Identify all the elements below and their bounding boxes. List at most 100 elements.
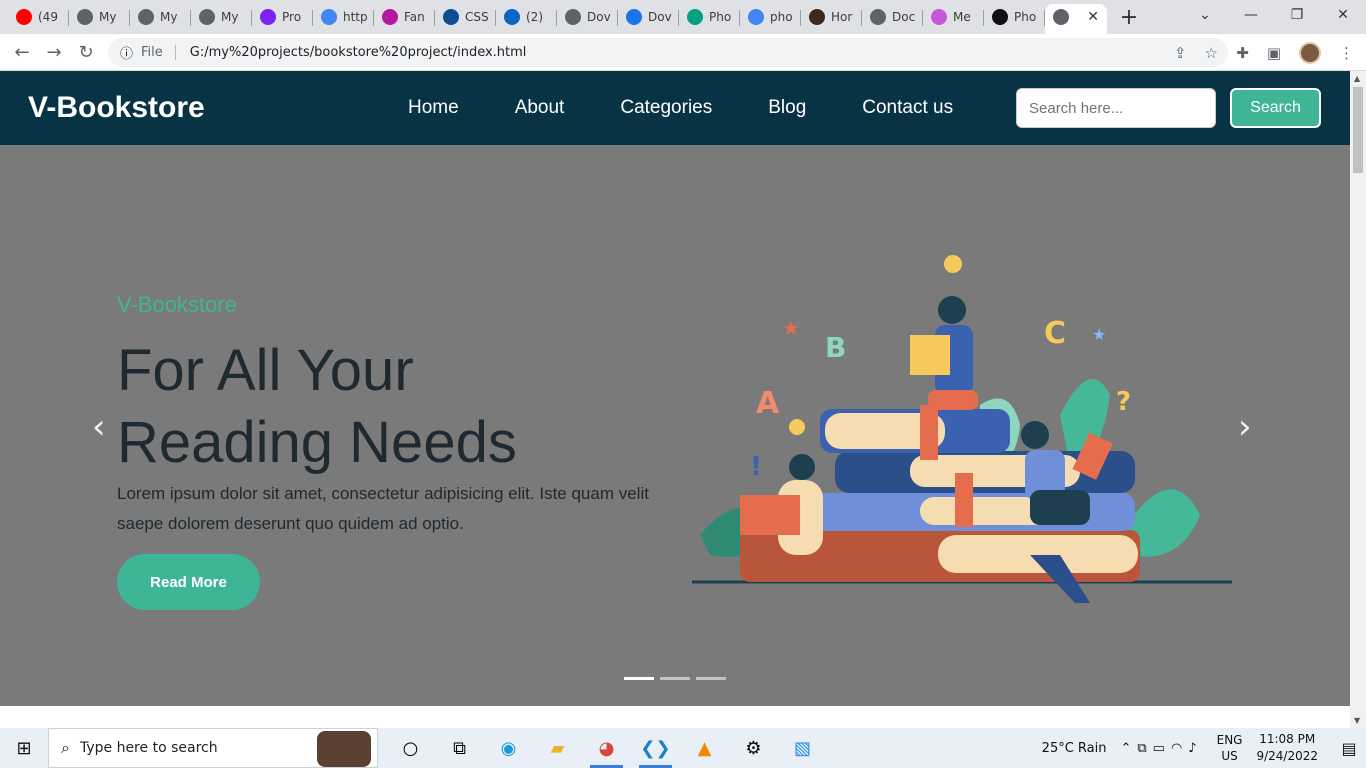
browser-tab[interactable]: My	[191, 4, 252, 30]
carousel-indicator[interactable]	[696, 677, 726, 680]
site-logo[interactable]: V-Bookstore	[28, 91, 205, 125]
browser-tab[interactable]: Hor	[801, 4, 862, 30]
browser-tab[interactable]: Pho	[679, 4, 740, 30]
chrome-icon[interactable]: ◕	[582, 728, 631, 768]
tab-title: Fan	[404, 10, 425, 24]
browser-tab[interactable]: (2)	[496, 4, 557, 30]
nav-about[interactable]: About	[515, 97, 565, 119]
browser-tab[interactable]: Doc	[862, 4, 923, 30]
minimize-icon[interactable]: —	[1228, 7, 1274, 23]
browser-tab[interactable]: pho	[740, 4, 801, 30]
side-panel-icon[interactable]: ▣	[1267, 44, 1281, 62]
svg-text:?: ?	[1116, 387, 1131, 417]
cortana-icon[interactable]: ○	[386, 728, 435, 768]
windows-taskbar: ⊞ ⌕ Type here to search ○ ⧉ ◉ ▰ ◕ ❮❯ ▲ ⚙…	[0, 728, 1366, 768]
scroll-up-icon[interactable]: ▲	[1354, 74, 1360, 83]
tab-title: Me	[953, 10, 971, 24]
svg-text:★: ★	[1092, 325, 1106, 344]
date-text: 9/24/2022	[1256, 749, 1318, 763]
windows-start-icon[interactable]: ⊞	[0, 738, 48, 759]
main-nav: Home About Categories Blog Contact us	[408, 97, 953, 119]
extensions-puzzle-icon[interactable]: ✚	[1236, 44, 1249, 62]
bookmark-star-icon[interactable]: ☆	[1205, 44, 1218, 62]
browser-tab[interactable]: (49	[8, 4, 69, 30]
globe-icon	[1053, 9, 1069, 25]
carousel-prev-icon[interactable]: ‹	[92, 407, 106, 447]
notifications-icon[interactable]: ▤	[1332, 739, 1366, 758]
blob-icon	[382, 9, 398, 25]
browser-tab[interactable]: http	[313, 4, 374, 30]
search-input[interactable]	[1016, 88, 1216, 128]
browser-tab[interactable]: Me	[923, 4, 984, 30]
tab-list: (49 My My My Pro http Fan CSS (2) Dov Dov Pho pho Hor…	[0, 0, 1139, 38]
browser-tab-strip: (49 My My My Pro http Fan CSS (2) Dov Dov Pho pho Hor…	[0, 0, 1366, 38]
browser-tab[interactable]: Pro	[252, 4, 313, 30]
carousel-indicator[interactable]	[624, 677, 654, 680]
carousel-indicator[interactable]	[660, 677, 690, 680]
browser-tab[interactable]: My	[130, 4, 191, 30]
browser-tab[interactable]: Fan	[374, 4, 435, 30]
scroll-down-icon[interactable]: ▼	[1354, 716, 1360, 725]
weather-widget[interactable]: 25°C Rain	[1042, 741, 1107, 756]
menu-kebab-icon[interactable]: ⋮	[1339, 44, 1354, 62]
page-scrollbar[interactable]: ▲ ▼	[1350, 71, 1366, 728]
taskbar-search[interactable]: ⌕ Type here to search	[48, 728, 378, 768]
file-explorer-icon[interactable]: ▰	[533, 728, 582, 768]
hero-eyebrow: V-Bookstore	[117, 292, 237, 317]
maximize-icon[interactable]: ❐	[1274, 7, 1320, 23]
profile-avatar[interactable]	[1299, 42, 1321, 64]
svg-text:!: !	[750, 452, 762, 482]
youtube-icon	[16, 9, 32, 25]
extensions-area: ✚ ▣ ⋮	[1236, 42, 1354, 64]
share-icon[interactable]: ⇪	[1174, 44, 1187, 62]
scroll-thumb[interactable]	[1353, 87, 1363, 173]
browser-tab[interactable]: Dov	[618, 4, 679, 30]
settings-gear-icon[interactable]: ⚙	[729, 728, 778, 768]
url-text[interactable]: G:/my%20projects/bookstore%20project/ind…	[190, 45, 527, 60]
tab-title: Doc	[892, 10, 916, 24]
task-view-icon[interactable]: ⧉	[435, 728, 484, 768]
clock[interactable]: 11:08 PM 9/24/2022	[1256, 731, 1318, 765]
tab-title: Hor	[831, 10, 853, 24]
tab-title: Pho	[1014, 10, 1037, 24]
browser-tab[interactable]: Pho	[984, 4, 1045, 30]
reading-books-illustration: A B C ? ! ★ ★	[692, 255, 1232, 603]
photos-icon[interactable]: ▧	[778, 728, 827, 768]
vscode-icon[interactable]: ❮❯	[631, 728, 680, 768]
browser-toolbar: ← → ↻ ⓘ File G:/my%20projects/bookstore%…	[0, 34, 1366, 71]
carousel-next-icon[interactable]: ›	[1238, 407, 1252, 447]
nav-categories[interactable]: Categories	[620, 97, 712, 119]
browser-tab[interactable]: Dov	[557, 4, 618, 30]
edge-icon[interactable]: ◉	[484, 728, 533, 768]
browser-tab[interactable]: My	[69, 4, 130, 30]
window-controls: ⌄ — ❐ ✕	[1182, 0, 1366, 30]
browser-tab[interactable]: CSS	[435, 4, 496, 30]
back-icon[interactable]: ←	[6, 42, 38, 63]
reload-icon[interactable]: ↻	[70, 42, 102, 63]
tray-icons[interactable]: ⌃⧉▭◠♪	[1121, 741, 1203, 756]
nav-home[interactable]: Home	[408, 97, 459, 119]
ms-icon	[931, 9, 947, 25]
tab-title: Dov	[587, 10, 611, 24]
forward-icon[interactable]: →	[38, 42, 70, 63]
close-window-icon[interactable]: ✕	[1320, 7, 1366, 23]
search-highlight-image[interactable]	[317, 731, 371, 767]
browser-tab-active[interactable]: ✕	[1045, 4, 1107, 38]
google-icon	[321, 9, 337, 25]
hero-description: Lorem ipsum dolor sit amet, consectetur …	[117, 484, 649, 533]
address-bar[interactable]: ⓘ File G:/my%20projects/bookstore%20proj…	[108, 38, 1228, 67]
close-tab-icon[interactable]: ✕	[1087, 9, 1099, 25]
read-more-button[interactable]: Read More	[117, 554, 260, 610]
tab-search-icon[interactable]: ⌄	[1182, 7, 1228, 23]
new-tab-icon[interactable]: +	[1119, 5, 1139, 30]
language-indicator[interactable]: ENG US	[1217, 732, 1243, 764]
svg-text:A: A	[756, 386, 780, 421]
time-text: 11:08 PM	[1259, 732, 1316, 746]
globe-icon	[77, 9, 93, 25]
vlc-icon[interactable]: ▲	[680, 728, 729, 768]
info-icon[interactable]: ⓘ	[120, 43, 133, 62]
nav-blog[interactable]: Blog	[768, 97, 806, 119]
nav-contact[interactable]: Contact us	[862, 97, 953, 119]
search-button[interactable]: Search	[1230, 88, 1321, 128]
hero-title: For All Your Reading Needs	[117, 338, 517, 475]
